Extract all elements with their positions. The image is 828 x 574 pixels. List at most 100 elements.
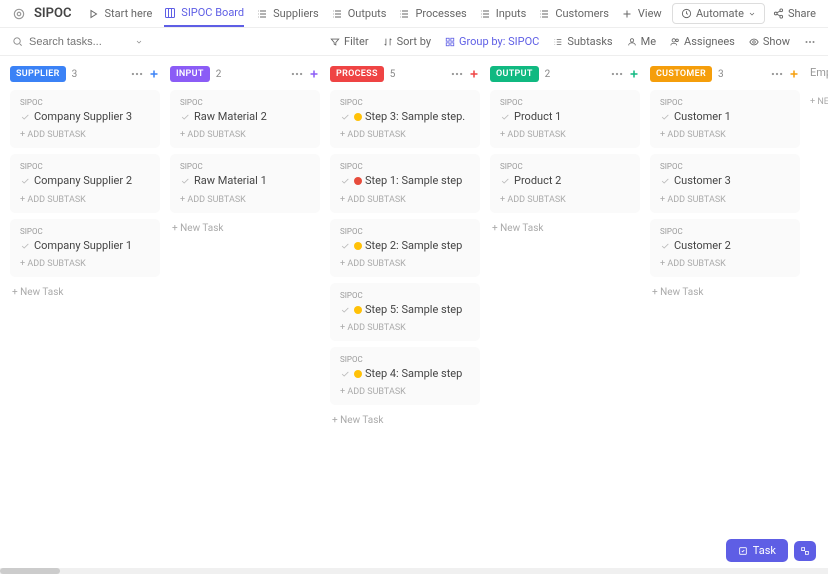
add-subtask-button[interactable]: + ADD SUBTASK: [340, 323, 470, 333]
add-subtask-button[interactable]: + ADD SUBTASK: [500, 195, 630, 205]
task-card[interactable]: SIPOC Raw Material 2 + ADD SUBTASK: [170, 90, 320, 148]
card-category: SIPOC: [660, 227, 790, 236]
horizontal-scrollbar[interactable]: [0, 568, 828, 574]
task-card[interactable]: SIPOC Company Supplier 2 + ADD SUBTASK: [10, 154, 160, 212]
task-card[interactable]: SIPOC Product 2 + ADD SUBTASK: [490, 154, 640, 212]
subtasks-button[interactable]: Subtasks: [553, 35, 612, 48]
card-row: Company Supplier 3: [20, 110, 150, 124]
add-subtask-button[interactable]: + ADD SUBTASK: [340, 195, 470, 205]
header-right: Automate Share: [672, 3, 816, 24]
nav-tab-inputs[interactable]: Inputs: [479, 1, 527, 26]
add-card-icon[interactable]: [628, 68, 640, 80]
check-icon[interactable]: [340, 241, 350, 251]
check-icon[interactable]: [20, 241, 30, 251]
check-icon[interactable]: [340, 176, 350, 186]
add-subtask-button[interactable]: + ADD SUBTASK: [20, 259, 150, 269]
check-icon[interactable]: [20, 112, 30, 122]
task-card[interactable]: SIPOC Product 1 + ADD SUBTASK: [490, 90, 640, 148]
add-subtask-button[interactable]: + ADD SUBTASK: [660, 130, 790, 140]
check-icon[interactable]: [340, 305, 350, 315]
search-icon: [12, 36, 23, 47]
add-subtask-button[interactable]: + ADD SUBTASK: [20, 130, 150, 140]
card-category: SIPOC: [340, 227, 470, 236]
new-task-button[interactable]: + New Task: [650, 283, 800, 302]
new-task-button[interactable]: Task: [726, 539, 788, 562]
check-icon[interactable]: [660, 112, 670, 122]
check-icon[interactable]: [500, 176, 510, 186]
add-subtask-button[interactable]: + ADD SUBTASK: [340, 387, 470, 397]
new-task-button[interactable]: + New Task: [490, 219, 640, 238]
task-card[interactable]: SIPOC Step 1: Sample step + ADD SUBTASK: [330, 154, 480, 212]
add-subtask-button[interactable]: + ADD SUBTASK: [660, 259, 790, 269]
check-icon[interactable]: [500, 112, 510, 122]
column-customer: CUSTOMER 3 SIPOC Customer 1 + ADD SUBTAS…: [650, 66, 800, 564]
task-card[interactable]: SIPOC Step 5: Sample step + ADD SUBTASK: [330, 283, 480, 341]
empty-label: Empty: [810, 66, 828, 79]
task-card[interactable]: SIPOC Raw Material 1 + ADD SUBTASK: [170, 154, 320, 212]
app-header: SIPOC Start hereSIPOC BoardSuppliersOutp…: [0, 0, 828, 28]
task-expand-button[interactable]: [794, 541, 816, 561]
add-subtask-button[interactable]: + ADD SUBTASK: [340, 259, 470, 269]
task-card[interactable]: SIPOC Customer 2 + ADD SUBTASK: [650, 219, 800, 277]
more-icon[interactable]: [290, 67, 304, 81]
sort-button[interactable]: Sort by: [383, 35, 431, 48]
show-button[interactable]: Show: [749, 35, 790, 48]
me-button[interactable]: Me: [627, 35, 656, 48]
new-task-button[interactable]: + New Task: [10, 283, 160, 302]
nav-tab-outputs[interactable]: Outputs: [331, 1, 387, 26]
card-title: Step 1: Sample step: [354, 174, 462, 188]
assignees-button[interactable]: Assignees: [670, 35, 735, 48]
check-icon[interactable]: [660, 241, 670, 251]
more-icon[interactable]: [610, 67, 624, 81]
filter-button[interactable]: Filter: [330, 35, 369, 48]
more-icon[interactable]: [450, 67, 464, 81]
check-icon[interactable]: [180, 112, 190, 122]
nav-tabs: Start here SIPOC Board Suppliers Outputs Pro…: [87, 0, 661, 27]
task-card[interactable]: SIPOC Step 4: Sample step + ADD SUBTASK: [330, 347, 480, 405]
search-input[interactable]: [29, 36, 129, 48]
more-icon[interactable]: [770, 67, 784, 81]
check-icon[interactable]: [20, 176, 30, 186]
sort-icon: [383, 37, 393, 47]
task-card[interactable]: SIPOC Step 2: Sample step + ADD SUBTASK: [330, 219, 480, 277]
group-by-button[interactable]: Group by: SIPOC: [445, 35, 539, 48]
share-button[interactable]: Share: [773, 7, 816, 20]
nav-tab-view[interactable]: View: [621, 1, 662, 26]
add-subtask-button[interactable]: + ADD SUBTASK: [180, 130, 310, 140]
add-subtask-button[interactable]: + ADD SUBTASK: [20, 195, 150, 205]
add-subtask-button[interactable]: + ADD SUBTASK: [660, 195, 790, 205]
new-task-button[interactable]: + New Task: [170, 219, 320, 238]
task-card[interactable]: SIPOC Customer 3 + ADD SUBTASK: [650, 154, 800, 212]
add-card-icon[interactable]: [148, 68, 160, 80]
column-label: OUTPUT: [490, 66, 539, 82]
card-row: Step 4: Sample step: [340, 367, 470, 381]
nav-tab-label: Suppliers: [273, 7, 319, 20]
add-subtask-button[interactable]: + ADD SUBTASK: [500, 130, 630, 140]
automate-button[interactable]: Automate: [672, 3, 765, 24]
check-icon[interactable]: [340, 112, 350, 122]
check-icon[interactable]: [180, 176, 190, 186]
nav-tab-start-here[interactable]: Start here: [87, 1, 152, 26]
add-card-icon[interactable]: [468, 68, 480, 80]
new-task-button[interactable]: + New Task: [330, 411, 480, 430]
chevron-down-icon[interactable]: [135, 38, 143, 46]
check-icon[interactable]: [340, 369, 350, 379]
add-card-icon[interactable]: [308, 68, 320, 80]
more-icon[interactable]: [804, 36, 816, 48]
status-dot-icon: [354, 370, 362, 378]
nav-tab-suppliers[interactable]: Suppliers: [256, 1, 319, 26]
scrollbar-thumb[interactable]: [0, 568, 60, 574]
task-card[interactable]: SIPOC Company Supplier 1 + ADD SUBTASK: [10, 219, 160, 277]
task-card[interactable]: SIPOC Company Supplier 3 + ADD SUBTASK: [10, 90, 160, 148]
add-subtask-button[interactable]: + ADD SUBTASK: [180, 195, 310, 205]
task-card[interactable]: SIPOC Customer 1 + ADD SUBTASK: [650, 90, 800, 148]
more-icon[interactable]: [130, 67, 144, 81]
check-icon[interactable]: [660, 176, 670, 186]
nav-tab-customers[interactable]: Customers: [538, 1, 609, 26]
task-card[interactable]: SIPOC Step 3: Sample step. + ADD SUBTASK: [330, 90, 480, 148]
add-card-icon[interactable]: [788, 68, 800, 80]
empty-new-task[interactable]: + NE: [810, 97, 828, 107]
nav-tab-processes[interactable]: Processes: [398, 1, 466, 26]
add-subtask-button[interactable]: + ADD SUBTASK: [340, 130, 470, 140]
nav-tab-sipoc-board[interactable]: SIPOC Board: [164, 0, 244, 27]
